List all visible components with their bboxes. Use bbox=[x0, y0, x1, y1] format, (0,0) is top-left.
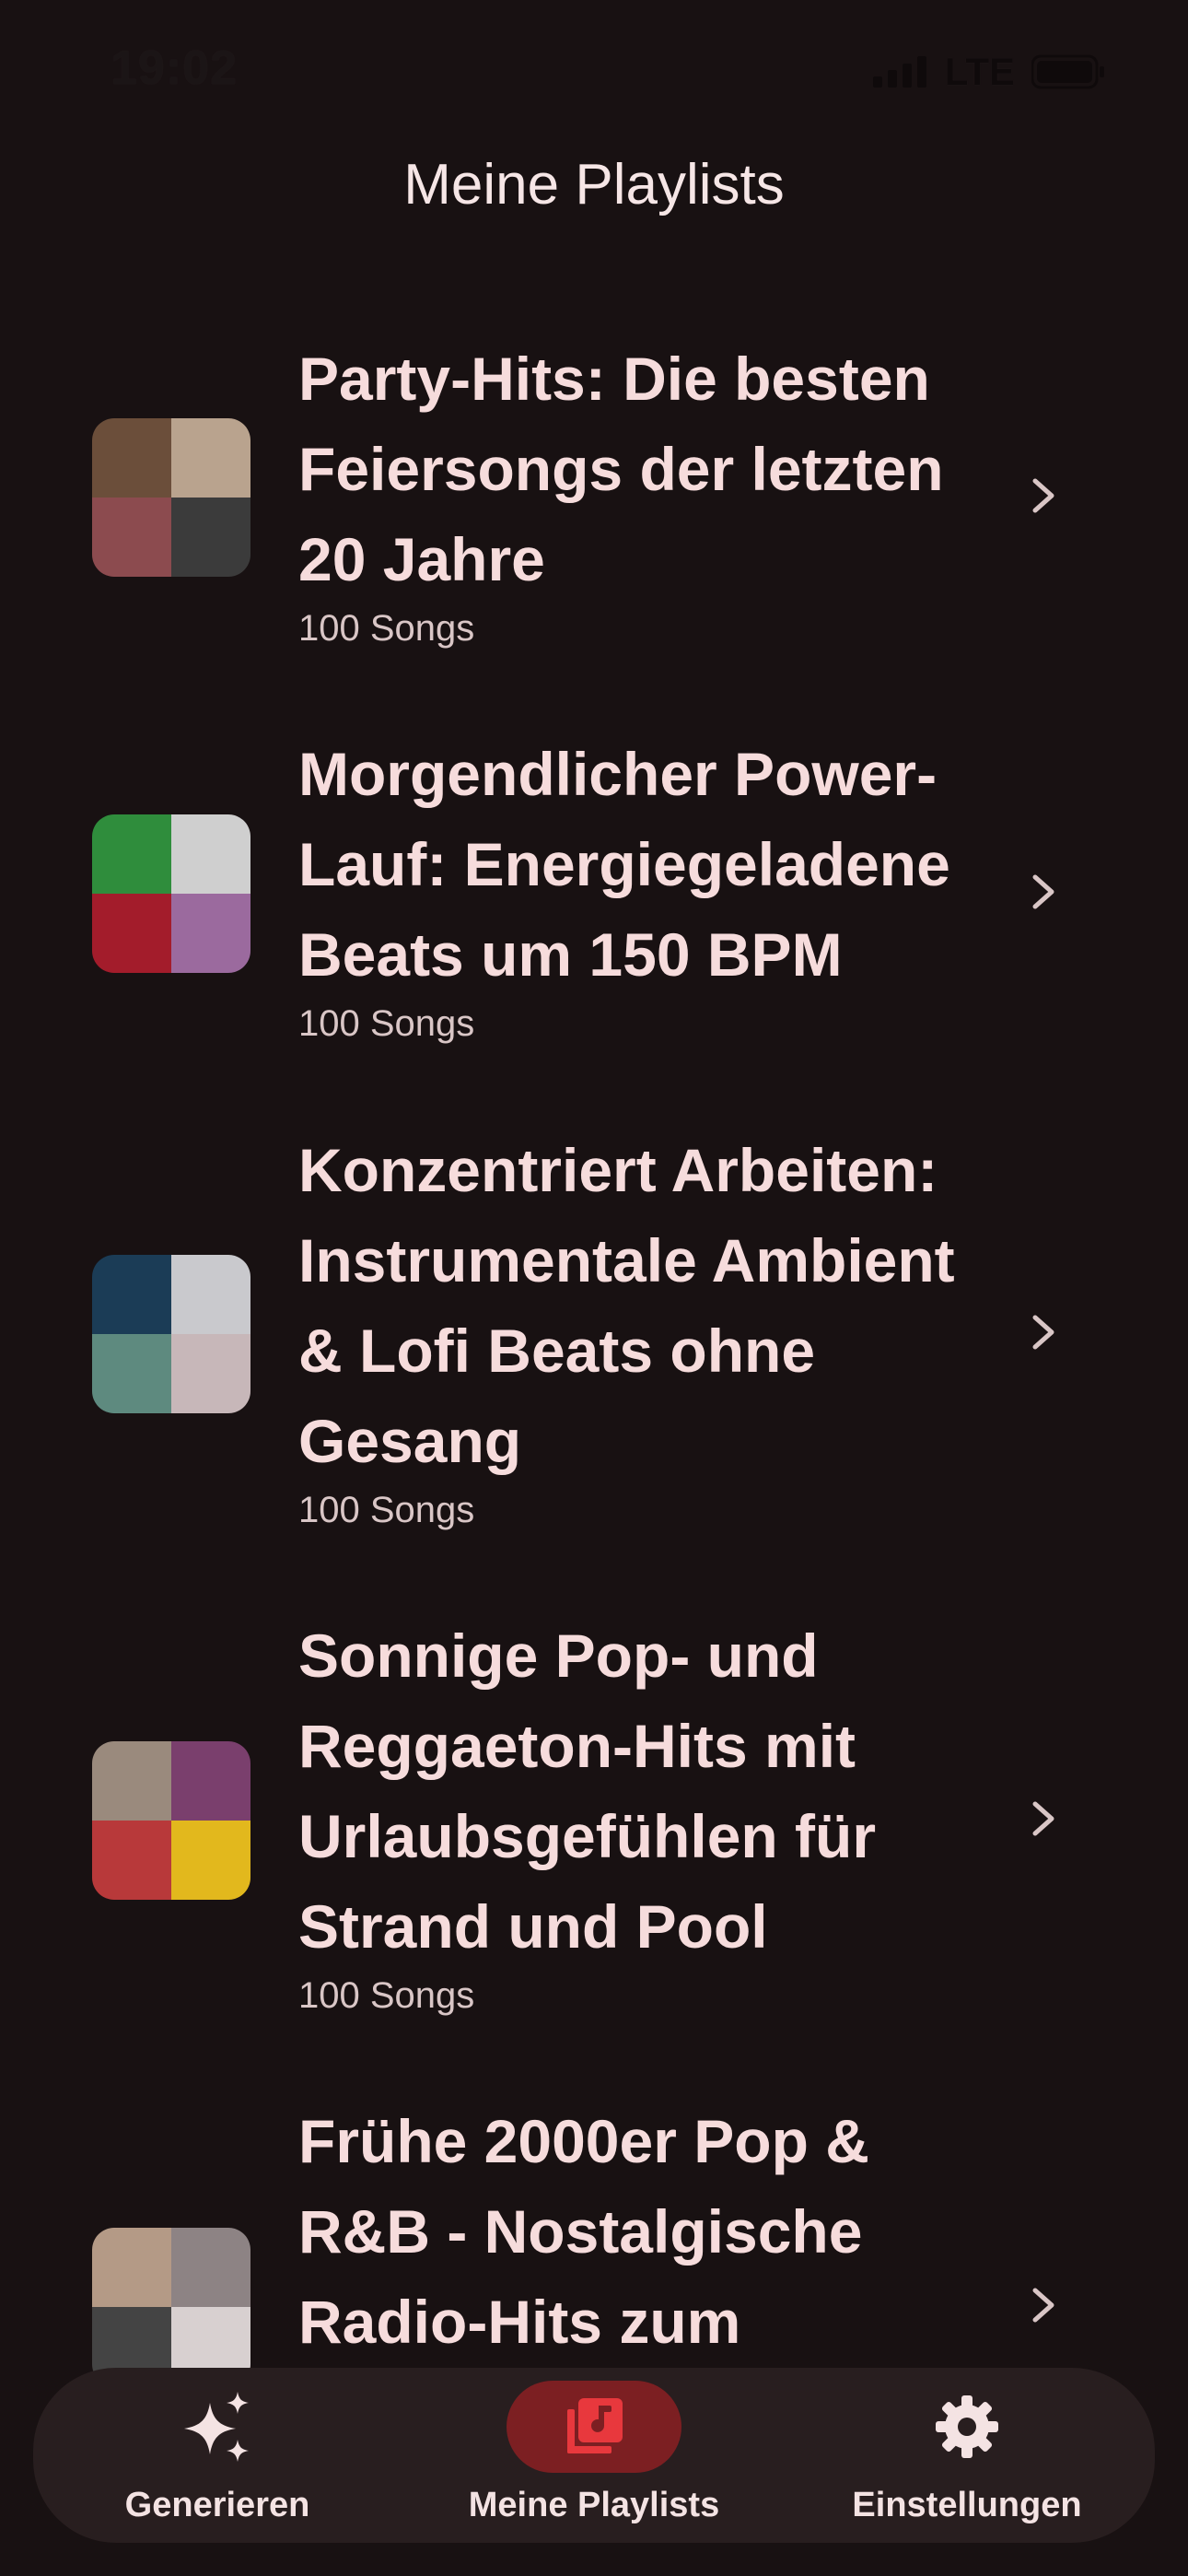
playlist-text: Frühe 2000er Pop & R&B - Nostalgische Ra… bbox=[298, 2096, 980, 2367]
nav-label: Einstellungen bbox=[852, 2486, 1082, 2524]
cover-tile bbox=[171, 1821, 250, 1900]
gear-icon bbox=[936, 2395, 998, 2458]
playlist-text: Morgendlicher Power-Lauf: Energiegeladen… bbox=[298, 729, 980, 1048]
cover-tile bbox=[171, 814, 250, 894]
nav-icon-container bbox=[130, 2381, 305, 2473]
chevron-right-icon bbox=[1032, 874, 1054, 909]
cover-tile bbox=[171, 1255, 250, 1334]
cover-tile bbox=[92, 1821, 171, 1900]
chevron-right-icon bbox=[1032, 2288, 1054, 2323]
music-library-icon bbox=[567, 2398, 623, 2453]
cover-tile bbox=[92, 418, 171, 498]
cover-tile bbox=[92, 1334, 171, 1413]
playlist-list: Party-Hits: Die besten Feiersongs der le… bbox=[0, 0, 1188, 2576]
cover-tile bbox=[171, 1334, 250, 1413]
playlist-cover bbox=[92, 418, 250, 577]
nav-label: Meine Playlists bbox=[468, 2486, 720, 2524]
cover-tile bbox=[171, 894, 250, 973]
playlist-title: Konzentriert Arbeiten: Instrumentale Amb… bbox=[298, 1136, 955, 1475]
playlist-text: Konzentriert Arbeiten: Instrumentale Amb… bbox=[298, 1125, 980, 1534]
playlist-title: Sonnige Pop- und Reggaeton-Hits mit Urla… bbox=[298, 1622, 877, 1961]
playlist-title: Frühe 2000er Pop & R&B - Nostalgische Ra… bbox=[298, 2107, 869, 2356]
playlist-cover bbox=[92, 814, 250, 973]
playlist-cover bbox=[92, 1255, 250, 1413]
chevron-right-icon bbox=[1032, 478, 1054, 513]
chevron-right-icon bbox=[1032, 1801, 1054, 1836]
nav-icon-container bbox=[879, 2381, 1054, 2473]
nav-item-einstellungen[interactable]: Einstellungen bbox=[801, 2368, 1133, 2543]
cover-tile bbox=[92, 894, 171, 973]
cover-tile bbox=[92, 2228, 171, 2307]
playlist-text: Sonnige Pop- und Reggaeton-Hits mit Urla… bbox=[298, 1610, 980, 2020]
playlist-title: Party-Hits: Die besten Feiersongs der le… bbox=[298, 345, 944, 593]
cover-tile bbox=[171, 418, 250, 498]
playlist-song-count: 100 Songs bbox=[298, 608, 475, 649]
playlist-song-count: 100 Songs bbox=[298, 1490, 475, 1530]
nav-active-indicator bbox=[507, 2381, 681, 2473]
cover-tile bbox=[171, 1741, 250, 1821]
playlist-text: Party-Hits: Die besten Feiersongs der le… bbox=[298, 334, 980, 652]
playlist-cover bbox=[92, 2228, 250, 2386]
playlist-song-count: 100 Songs bbox=[298, 1003, 475, 1044]
cover-tile bbox=[171, 498, 250, 577]
nav-label: Generieren bbox=[124, 2486, 310, 2524]
cover-tile bbox=[171, 2228, 250, 2307]
cover-tile bbox=[92, 498, 171, 577]
cover-tile bbox=[92, 1255, 171, 1334]
cover-tile bbox=[92, 1741, 171, 1821]
nav-item-meine-playlists[interactable]: Meine Playlists bbox=[428, 2368, 760, 2543]
nav-item-generieren[interactable]: Generieren bbox=[52, 2368, 383, 2543]
playlist-song-count: 100 Songs bbox=[298, 1975, 475, 2016]
chevron-right-icon bbox=[1032, 1315, 1054, 1350]
playlist-cover bbox=[92, 1741, 250, 1900]
playlist-title: Morgendlicher Power-Lauf: Energiegeladen… bbox=[298, 740, 950, 989]
bottom-navigation: Generieren Meine Playlists Einstellungen bbox=[33, 2368, 1155, 2543]
sparkles-icon bbox=[184, 2392, 249, 2462]
cover-tile bbox=[92, 814, 171, 894]
